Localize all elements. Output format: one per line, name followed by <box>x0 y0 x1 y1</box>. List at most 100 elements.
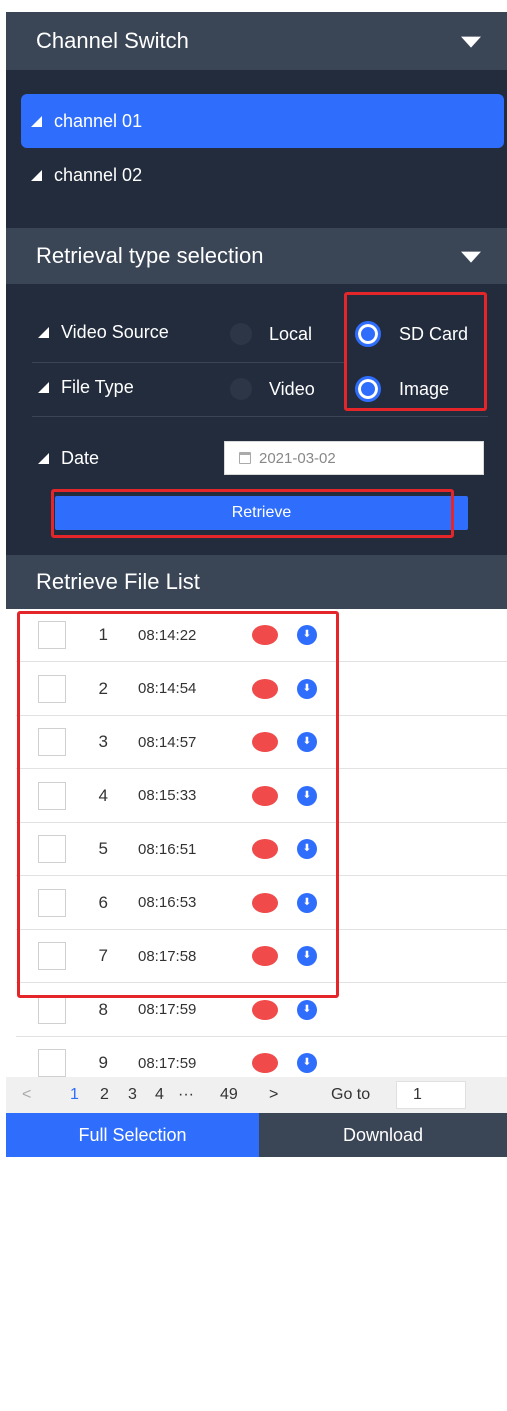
download-icon[interactable]: ⬇ <box>297 678 317 699</box>
full-selection-button[interactable]: Full Selection <box>6 1113 259 1157</box>
file-row[interactable]: 4 08:15:33 ⬇ <box>16 770 507 823</box>
row-checkbox[interactable] <box>38 621 66 649</box>
status-dot-icon <box>252 785 278 806</box>
row-index: 5 <box>98 839 108 858</box>
row-checkbox[interactable] <box>38 781 66 810</box>
page-4[interactable]: 4 <box>155 1086 164 1104</box>
radio-sd-card[interactable] <box>355 321 381 347</box>
download-icon[interactable]: ⬇ <box>297 839 317 859</box>
channel-list: channel 01 channel 02 <box>6 70 507 228</box>
file-list-header: Retrieve File List <box>6 555 507 609</box>
date-label: Date <box>38 448 99 469</box>
row-checkbox[interactable] <box>38 674 66 703</box>
row-index: 8 <box>98 999 108 1019</box>
download-icon[interactable]: ⬇ <box>297 946 317 966</box>
row-index: 9 <box>98 1053 108 1072</box>
calendar-icon <box>239 452 251 464</box>
radio-local[interactable] <box>230 323 252 345</box>
goto-label: Go to <box>331 1086 371 1103</box>
collapse-caret-icon[interactable] <box>461 36 481 48</box>
empty-area <box>0 1157 507 1411</box>
expand-triangle-icon <box>38 453 49 464</box>
channel-switch-header[interactable]: Channel Switch <box>6 12 507 70</box>
file-list-title: Retrieve File List <box>36 569 200 594</box>
expand-triangle-icon <box>31 115 42 127</box>
row-time: 08:14:22 <box>138 626 197 644</box>
channel-label: channel 02 <box>54 164 143 185</box>
pagination: < 1 2 3 4 ··· 49 > Go to 1 <box>6 1077 507 1113</box>
row-time: 08:16:53 <box>138 894 197 911</box>
file-list: 1 08:14:22 ⬇ 2 08:14:54 ⬇ 3 08:14:57 ⬇ 4 08:15:33 ⬇… <box>6 609 507 1304</box>
file-row[interactable]: 3 08:14:57 ⬇ <box>16 716 507 769</box>
page-49[interactable]: 49 <box>220 1086 238 1104</box>
row-index: 7 <box>98 946 108 965</box>
row-time: 08:14:54 <box>138 680 197 697</box>
row-checkbox[interactable] <box>38 888 66 917</box>
row-checkbox[interactable] <box>38 835 66 863</box>
expand-triangle-icon <box>38 327 49 338</box>
date-value: 2021-03-02 <box>259 449 336 467</box>
download-icon[interactable]: ⬇ <box>297 732 317 752</box>
row-index: 2 <box>98 678 108 698</box>
status-dot-icon <box>252 839 278 859</box>
file-row[interactable]: 7 08:17:58 ⬇ <box>16 930 507 983</box>
video-source-label: Video Source <box>38 322 169 343</box>
row-checkbox[interactable] <box>38 728 66 756</box>
prev-page-button[interactable]: < <box>22 1086 31 1104</box>
download-icon[interactable]: ⬇ <box>297 892 317 913</box>
row-index: 3 <box>98 732 108 751</box>
row-index: 6 <box>98 892 108 912</box>
collapse-caret-icon[interactable] <box>461 251 481 263</box>
download-icon[interactable]: ⬇ <box>297 1053 317 1073</box>
option-video-label: Video <box>269 379 315 399</box>
row-index: 1 <box>98 625 108 644</box>
status-dot-icon <box>252 678 278 699</box>
expand-triangle-icon <box>31 169 42 181</box>
download-icon[interactable]: ⬇ <box>297 785 317 806</box>
page-1[interactable]: 1 <box>70 1086 79 1104</box>
file-type-label: File Type <box>38 377 134 398</box>
goto-page-input[interactable]: 1 <box>396 1081 466 1109</box>
channel-switch-title: Channel Switch <box>36 28 189 53</box>
status-dot-icon <box>252 892 278 913</box>
radio-video[interactable] <box>230 378 252 400</box>
row-time: 08:15:33 <box>138 787 197 804</box>
file-row[interactable]: 8 08:17:59 ⬇ <box>16 984 507 1037</box>
download-icon[interactable]: ⬇ <box>297 625 317 645</box>
channel-item-01[interactable]: channel 01 <box>21 94 504 148</box>
channel-label: channel 01 <box>54 110 143 131</box>
download-icon[interactable]: ⬇ <box>297 999 317 1020</box>
channel-item-02[interactable]: channel 02 <box>21 148 504 202</box>
date-input[interactable]: 2021-03-02 <box>224 441 484 475</box>
retrieve-button[interactable]: Retrieve <box>55 496 468 530</box>
row-checkbox[interactable] <box>38 995 66 1024</box>
row-time: 08:17:59 <box>138 1054 197 1072</box>
row-time: 08:17:59 <box>138 1001 197 1018</box>
row-index: 4 <box>98 785 108 805</box>
row-time: 08:17:58 <box>138 947 197 965</box>
file-row[interactable]: 2 08:14:54 ⬇ <box>16 663 507 716</box>
page-2[interactable]: 2 <box>100 1086 109 1104</box>
file-row[interactable]: 5 08:16:51 ⬇ <box>16 823 507 876</box>
radio-image[interactable] <box>355 376 381 402</box>
status-dot-icon <box>252 946 278 966</box>
row-time: 08:16:51 <box>138 840 197 858</box>
row-checkbox[interactable] <box>38 1049 66 1077</box>
retrieval-type-header[interactable]: Retrieval type selection <box>6 228 507 284</box>
option-sd-card-label: SD Card <box>399 324 469 344</box>
expand-triangle-icon <box>38 382 49 393</box>
status-dot-icon <box>252 999 278 1020</box>
row-time: 08:14:57 <box>138 733 197 751</box>
next-page-button[interactable]: > <box>269 1086 278 1104</box>
page-3[interactable]: 3 <box>128 1086 137 1104</box>
option-local-label: Local <box>269 324 313 344</box>
file-row[interactable]: 1 08:14:22 ⬇ <box>16 609 507 662</box>
divider <box>32 362 346 363</box>
file-row[interactable]: 6 08:16:53 ⬇ <box>16 877 507 930</box>
download-button[interactable]: Download <box>259 1113 507 1157</box>
retrieval-type-title: Retrieval type selection <box>36 243 264 268</box>
row-checkbox[interactable] <box>38 942 66 970</box>
status-dot-icon <box>252 732 278 752</box>
page-ellipsis[interactable]: ··· <box>178 1086 194 1104</box>
status-dot-icon <box>252 625 278 645</box>
